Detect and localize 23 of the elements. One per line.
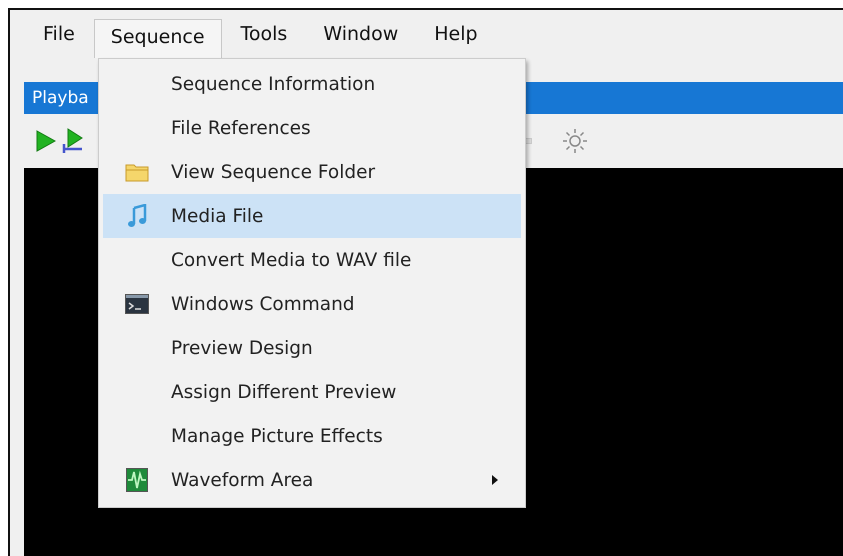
play-range-icon[interactable]	[62, 128, 84, 154]
music-note-icon	[127, 204, 147, 228]
menu-item[interactable]: Convert Media to WAV file	[103, 238, 521, 282]
menu-item[interactable]: Help	[417, 16, 495, 52]
menu-item[interactable]: Sequence Information	[103, 62, 521, 106]
play-icon[interactable]	[36, 130, 56, 152]
menu-item[interactable]: Tools	[224, 16, 304, 52]
sun-icon[interactable]	[562, 128, 588, 154]
menu-item[interactable]: Manage Picture Effects	[103, 414, 521, 458]
panel-title: Playba	[32, 88, 89, 108]
menu-item[interactable]: Window	[306, 16, 416, 52]
menu-item[interactable]: Preview Design	[103, 326, 521, 370]
terminal-icon	[125, 294, 149, 314]
menu-item[interactable]: Assign Different Preview	[103, 370, 521, 414]
menu-item[interactable]: Media File	[103, 194, 521, 238]
menu-item[interactable]: Windows Command	[103, 282, 521, 326]
menu-item[interactable]: Sequence	[94, 18, 222, 58]
menu-item[interactable]: View Sequence Folder	[103, 150, 521, 194]
menu-item[interactable]: Waveform Area	[103, 458, 521, 502]
menu-item[interactable]: File References	[103, 106, 521, 150]
waveform-icon	[126, 468, 148, 492]
menu-item[interactable]: File	[26, 16, 92, 52]
folder-icon	[125, 162, 149, 182]
